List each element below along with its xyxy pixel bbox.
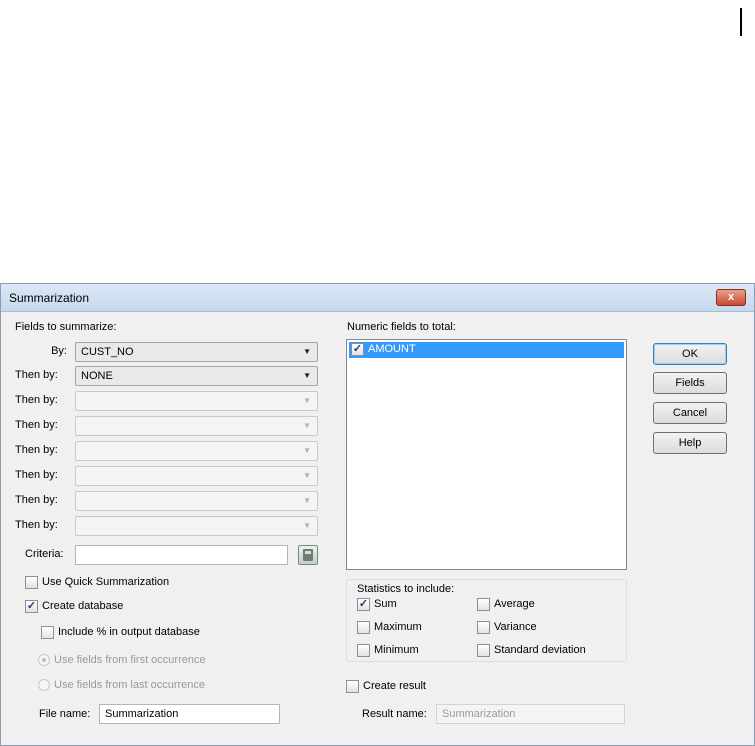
- expression-builder-button[interactable]: [298, 545, 318, 565]
- chevron-down-icon: ▼: [303, 471, 311, 480]
- numeric-fields-list[interactable]: AMOUNT: [346, 339, 627, 570]
- maximum-label: Maximum: [374, 621, 422, 633]
- title-bar: Summarization x: [1, 284, 754, 312]
- result-name-value: Summarization: [442, 708, 516, 720]
- amount-checkbox[interactable]: [351, 343, 364, 356]
- then-by-label-5: Then by:: [15, 469, 58, 481]
- amount-label: AMOUNT: [368, 343, 416, 355]
- then-by-label-7: Then by:: [15, 519, 58, 531]
- by-label: By:: [51, 345, 67, 357]
- include-percent-label: Include % in output database: [58, 626, 200, 638]
- maximum-checkbox[interactable]: [357, 621, 370, 634]
- chevron-down-icon: ▼: [303, 396, 311, 405]
- close-button[interactable]: x: [716, 289, 746, 306]
- then-by-label-3: Then by:: [15, 419, 58, 431]
- cancel-button[interactable]: Cancel: [653, 402, 727, 424]
- chevron-down-icon: ▼: [303, 521, 311, 530]
- then-by-label-4: Then by:: [15, 444, 58, 456]
- file-name-input[interactable]: Summarization: [99, 704, 280, 724]
- chevron-down-icon: ▼: [303, 496, 311, 505]
- minimum-label: Minimum: [374, 644, 419, 656]
- standard-deviation-label: Standard deviation: [494, 644, 586, 656]
- average-label: Average: [494, 598, 535, 610]
- ok-button[interactable]: OK: [653, 343, 727, 365]
- variance-label: Variance: [494, 621, 537, 633]
- chevron-down-icon: ▼: [303, 347, 311, 356]
- last-occurrence-label: Use fields from last occurrence: [54, 679, 205, 691]
- then-by-label-1: Then by:: [15, 369, 58, 381]
- then-by-select-2[interactable]: ▼: [75, 391, 318, 411]
- then-by-label-2: Then by:: [15, 394, 58, 406]
- criteria-input[interactable]: [75, 545, 288, 565]
- sum-checkbox[interactable]: [357, 598, 370, 611]
- numeric-fields-heading: Numeric fields to total:: [347, 321, 456, 333]
- statistics-heading: Statistics to include:: [357, 583, 455, 595]
- summarization-dialog: Summarization x Fields to summarize: By:…: [0, 283, 755, 746]
- then-by-select-4[interactable]: ▼: [75, 441, 318, 461]
- result-name-label: Result name:: [362, 708, 427, 720]
- then-by-value-1: NONE: [81, 370, 113, 382]
- then-by-select-5[interactable]: ▼: [75, 466, 318, 486]
- file-name-value: Summarization: [105, 708, 179, 720]
- page-edge-mark: [740, 8, 742, 36]
- by-field-select[interactable]: CUST_NO ▼: [75, 342, 318, 362]
- minimum-checkbox[interactable]: [357, 644, 370, 657]
- by-field-value: CUST_NO: [81, 346, 134, 358]
- criteria-label: Criteria:: [25, 548, 64, 560]
- then-by-label-6: Then by:: [15, 494, 58, 506]
- create-result-checkbox[interactable]: [346, 680, 359, 693]
- fields-button[interactable]: Fields: [653, 372, 727, 394]
- then-by-select-6[interactable]: ▼: [75, 491, 318, 511]
- then-by-select-3[interactable]: ▼: [75, 416, 318, 436]
- last-occurrence-radio[interactable]: [38, 679, 50, 691]
- help-button[interactable]: Help: [653, 432, 727, 454]
- then-by-select-1[interactable]: NONE ▼: [75, 366, 318, 386]
- fields-to-summarize-heading: Fields to summarize:: [15, 321, 117, 333]
- variance-checkbox[interactable]: [477, 621, 490, 634]
- standard-deviation-checkbox[interactable]: [477, 644, 490, 657]
- chevron-down-icon: ▼: [303, 421, 311, 430]
- average-checkbox[interactable]: [477, 598, 490, 611]
- include-percent-checkbox[interactable]: [41, 626, 54, 639]
- list-item[interactable]: AMOUNT: [349, 342, 624, 358]
- first-occurrence-radio[interactable]: [38, 654, 50, 666]
- chevron-down-icon: ▼: [303, 446, 311, 455]
- create-result-label: Create result: [363, 680, 426, 692]
- chevron-down-icon: ▼: [303, 371, 311, 380]
- dialog-title: Summarization: [9, 291, 90, 305]
- create-database-label: Create database: [42, 600, 124, 612]
- file-name-label: File name:: [39, 708, 91, 720]
- quick-summarization-checkbox[interactable]: [25, 576, 38, 589]
- calculator-icon: [303, 549, 313, 561]
- quick-summarization-label: Use Quick Summarization: [42, 576, 170, 588]
- first-occurrence-label: Use fields from first occurrence: [54, 654, 206, 666]
- then-by-select-7[interactable]: ▼: [75, 516, 318, 536]
- create-database-checkbox[interactable]: [25, 600, 38, 613]
- sum-label: Sum: [374, 598, 397, 610]
- result-name-input[interactable]: Summarization: [436, 704, 625, 724]
